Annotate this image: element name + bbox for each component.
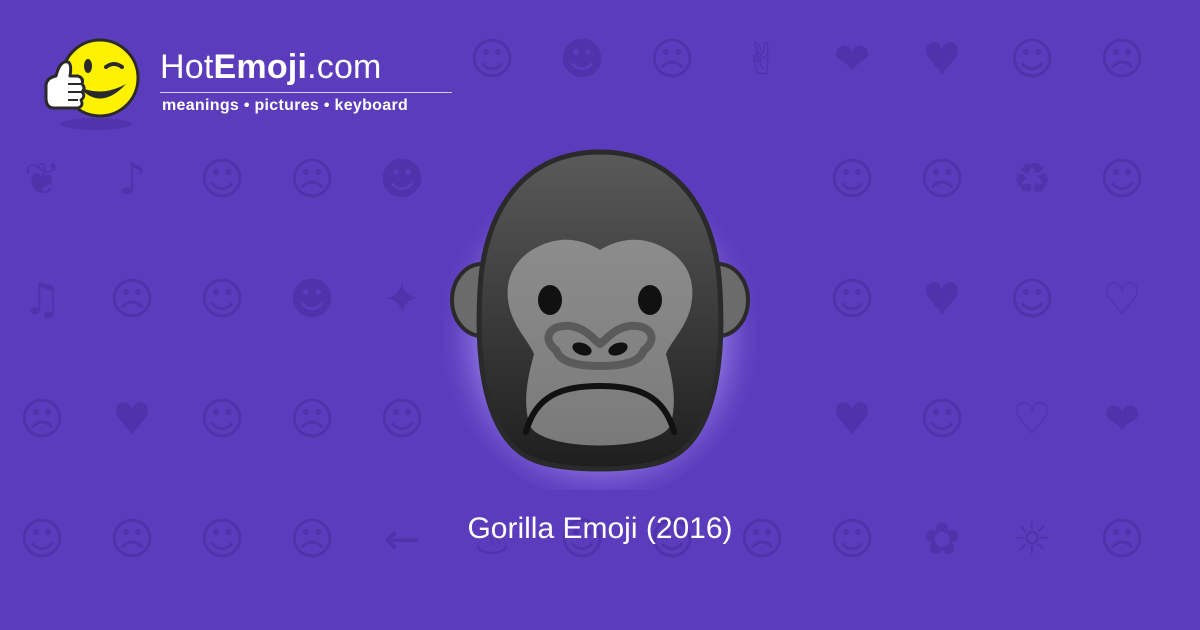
background-emoji-icon: ☻ [559,34,605,85]
background-emoji-icon: ❦ [23,154,61,205]
main-emoji [440,140,760,500]
background-emoji-icon: ☺ [829,274,875,325]
background-emoji-icon: ☺ [829,154,875,205]
background-emoji-icon: ♪ [117,154,147,205]
background-emoji-icon: ☺ [199,154,245,205]
background-emoji-icon: ☹ [289,394,335,445]
logo-divider [160,92,452,93]
background-emoji-icon: ☻ [289,274,335,325]
site-logo[interactable]: HotEmoji.com meanings • pictures • keybo… [38,34,478,134]
site-name-bold: Emoji [213,48,308,86]
background-emoji-icon: ✌ [743,34,781,85]
background-emoji-icon: ♫ [22,274,62,325]
background-emoji-icon: ❤ [833,34,871,85]
background-emoji-icon: ✦ [383,274,421,325]
background-emoji-icon: ☹ [109,274,155,325]
background-emoji-icon: ♡ [1012,394,1052,445]
background-emoji-icon: ☺ [199,394,245,445]
background-emoji-icon: ☺ [379,394,425,445]
background-emoji-icon: ☺ [1009,274,1055,325]
background-emoji-icon: ♥ [832,394,872,445]
background-emoji-icon: ☹ [919,154,965,205]
site-tagline: meanings • pictures • keyboard [162,97,409,114]
background-emoji-icon: ☻ [379,154,425,205]
gorilla-icon [440,149,760,500]
background-emoji-icon: ♥ [112,394,152,445]
background-emoji-icon: ☹ [649,34,695,85]
background-emoji-icon: ☺ [1099,154,1145,205]
background-emoji-icon: ☺ [919,394,965,445]
background-emoji-icon: ♻ [1012,154,1052,205]
background-emoji-icon: ☹ [19,394,65,445]
emoji-caption: Gorilla Emoji (2016) [467,512,733,545]
thumbs-up-smiley-icon [44,38,140,130]
background-emoji-icon: ☺ [199,274,245,325]
background-emoji-icon: ☺ [1009,34,1055,85]
background-emoji-icon: ♥ [922,34,962,85]
background-emoji-icon: ♡ [1102,274,1142,325]
site-name-prefix: Hot [160,48,214,86]
site-name: HotEmoji.com [160,48,382,87]
site-name-suffix: .com [307,48,382,86]
background-emoji-icon: ❤ [1103,394,1141,445]
background-emoji-icon: ☹ [1099,34,1145,85]
background-emoji-icon: ♥ [922,274,962,325]
background-emoji-icon: ☹ [289,154,335,205]
